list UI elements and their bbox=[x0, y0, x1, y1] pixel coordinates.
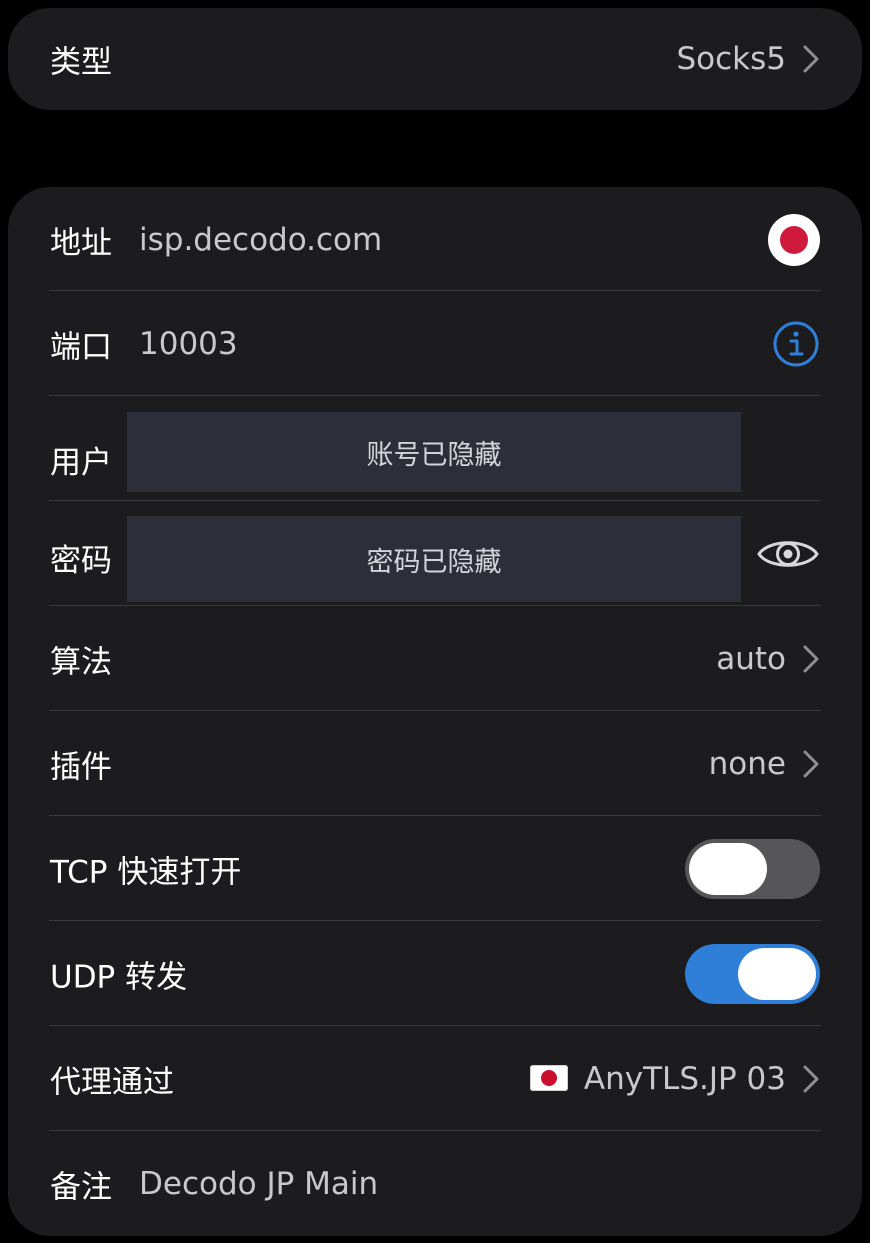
proxy-via-label: 代理通过 bbox=[50, 1064, 174, 1100]
user-hidden-text: 账号已隐藏 bbox=[366, 439, 502, 471]
chevron-right-icon bbox=[803, 645, 819, 672]
proxy-via-value-wrap: AnyTLS.JP 03 bbox=[529, 1060, 786, 1097]
port-row: 端口 10003 bbox=[8, 291, 862, 396]
toggle-knob bbox=[689, 842, 767, 895]
address-label: 地址 bbox=[50, 225, 112, 261]
plugin-row[interactable]: 插件 none bbox=[8, 711, 862, 816]
cipher-label: 算法 bbox=[50, 644, 112, 680]
record-icon bbox=[780, 225, 808, 254]
user-label: 用户 bbox=[50, 445, 112, 481]
note-label: 备注 bbox=[50, 1169, 112, 1205]
udp-relay-label: UDP 转发 bbox=[50, 959, 188, 995]
address-field[interactable]: isp.decodo.com bbox=[139, 222, 382, 258]
chevron-right-icon bbox=[803, 1065, 819, 1092]
plugin-value: none bbox=[708, 745, 786, 782]
toggle-knob bbox=[738, 947, 816, 1000]
proxy-via-row[interactable]: 代理通过 AnyTLS.JP 03 bbox=[8, 1026, 862, 1131]
tcp-fast-open-toggle[interactable] bbox=[685, 838, 820, 899]
record-button[interactable] bbox=[768, 213, 820, 266]
type-card: 类型 Socks5 bbox=[8, 8, 862, 110]
cipher-row[interactable]: 算法 auto bbox=[8, 606, 862, 711]
udp-relay-toggle[interactable] bbox=[685, 943, 820, 1004]
chevron-right-icon bbox=[803, 750, 819, 777]
cipher-value: auto bbox=[716, 640, 786, 677]
port-label: 端口 bbox=[50, 329, 112, 365]
type-value: Socks5 bbox=[676, 41, 786, 77]
password-row: 密码 密码已隐藏 bbox=[8, 501, 862, 606]
tcp-fast-open-row: TCP 快速打开 bbox=[8, 816, 862, 921]
info-icon[interactable] bbox=[772, 320, 820, 368]
user-hidden-field[interactable]: 账号已隐藏 bbox=[127, 412, 741, 492]
note-row: 备注 Decodo JP Main bbox=[8, 1131, 862, 1236]
japan-flag-icon bbox=[529, 1064, 568, 1091]
password-hidden-field[interactable]: 密码已隐藏 bbox=[127, 516, 741, 602]
note-field[interactable]: Decodo JP Main bbox=[139, 1166, 378, 1202]
eye-icon[interactable] bbox=[756, 534, 820, 574]
password-label: 密码 bbox=[50, 543, 112, 579]
password-hidden-text: 密码已隐藏 bbox=[366, 546, 502, 578]
type-label: 类型 bbox=[50, 44, 112, 81]
proxy-via-value: AnyTLS.JP 03 bbox=[583, 1060, 786, 1097]
type-row[interactable]: 类型 Socks5 bbox=[8, 8, 862, 110]
settings-card: 地址 isp.decodo.com 端口 10003 用户 账号已隐藏 密码 密… bbox=[8, 187, 862, 1236]
port-field[interactable]: 10003 bbox=[139, 326, 238, 362]
user-row: 用户 账号已隐藏 bbox=[8, 396, 862, 501]
plugin-label: 插件 bbox=[50, 749, 112, 785]
address-row: 地址 isp.decodo.com bbox=[8, 187, 862, 292]
udp-relay-row: UDP 转发 bbox=[8, 921, 862, 1026]
chevron-right-icon bbox=[803, 45, 819, 73]
tcp-fast-open-label: TCP 快速打开 bbox=[50, 854, 242, 890]
